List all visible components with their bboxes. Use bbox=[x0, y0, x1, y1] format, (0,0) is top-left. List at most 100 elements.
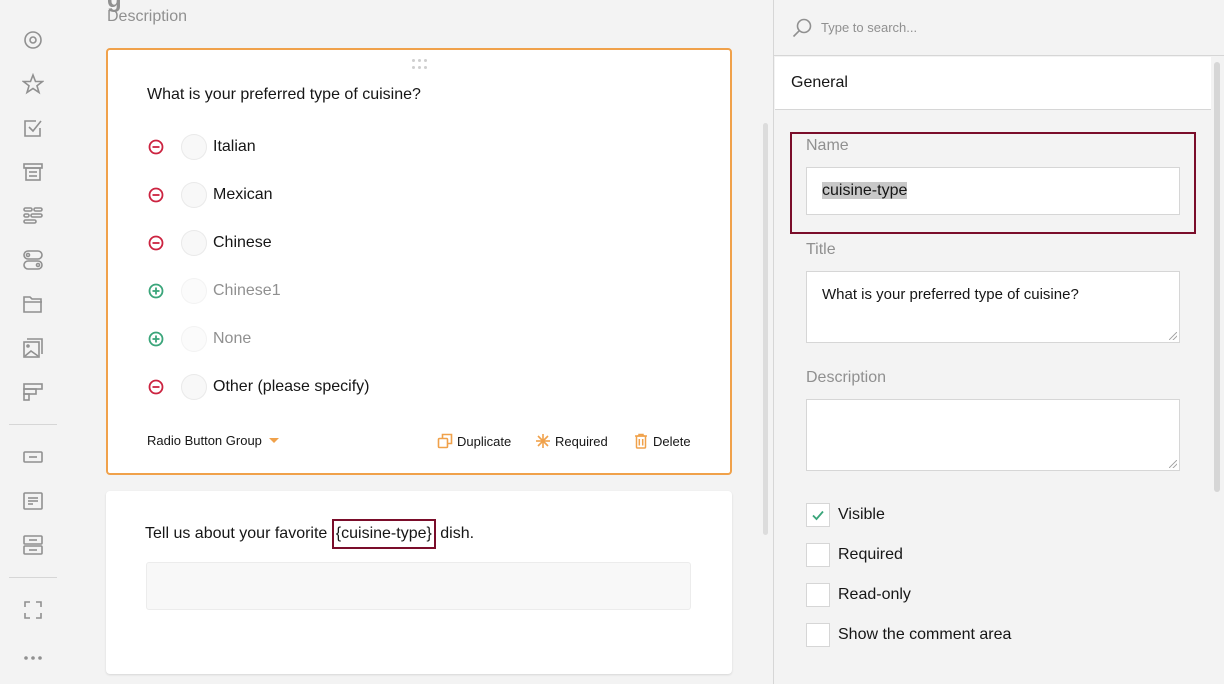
read-only-checkbox[interactable]: Read-only bbox=[806, 583, 911, 607]
property-grid-scrollbar[interactable] bbox=[1214, 62, 1220, 492]
choice-item-new: Chinese1 bbox=[147, 277, 281, 305]
expand-button[interactable] bbox=[20, 597, 46, 623]
name-input[interactable]: cuisine-type bbox=[806, 167, 1180, 215]
choice-item: Mexican bbox=[147, 181, 273, 209]
title-textarea[interactable]: What is your preferred type of cuisine? bbox=[806, 271, 1180, 343]
property-search-input[interactable] bbox=[821, 20, 1121, 35]
toolbox-item-matrix[interactable] bbox=[20, 379, 46, 405]
answer-text-input[interactable] bbox=[146, 562, 691, 610]
toolbox-item-checkbox[interactable] bbox=[20, 115, 46, 141]
choice-radio[interactable] bbox=[181, 134, 207, 160]
toolbox-item-comment[interactable] bbox=[20, 488, 46, 514]
category-general[interactable]: General bbox=[775, 57, 1211, 110]
canvas-scrollbar[interactable] bbox=[763, 123, 768, 535]
toolbox-divider bbox=[9, 577, 57, 578]
toolbox-item-radiogroup[interactable] bbox=[20, 27, 46, 53]
ranking-icon bbox=[23, 207, 43, 224]
add-circle-icon bbox=[148, 283, 164, 299]
caret-down-icon bbox=[268, 438, 279, 443]
piped-variable-token: {cuisine-type} bbox=[331, 519, 436, 549]
multiple-text-icon bbox=[23, 535, 43, 555]
checkbox-box[interactable] bbox=[806, 583, 830, 607]
toolbox-item-ranking[interactable] bbox=[20, 203, 46, 229]
checkbox-box[interactable] bbox=[806, 543, 830, 567]
add-choice-button[interactable] bbox=[147, 282, 165, 300]
required-button[interactable]: Required bbox=[535, 433, 608, 449]
toolbox-divider bbox=[9, 424, 57, 425]
choice-label[interactable]: Chinese1 bbox=[213, 282, 281, 300]
show-comment-area-checkbox[interactable]: Show the comment area bbox=[806, 623, 1011, 647]
choice-radio[interactable] bbox=[181, 326, 207, 352]
choice-radio[interactable] bbox=[181, 182, 207, 208]
checkbox-box[interactable] bbox=[806, 503, 830, 527]
question-title[interactable]: Tell us about your favorite {cuisine-typ… bbox=[145, 519, 474, 549]
boolean-icon bbox=[23, 250, 43, 270]
remove-circle-icon bbox=[148, 379, 164, 395]
question-card[interactable]: Tell us about your favorite {cuisine-typ… bbox=[106, 491, 732, 674]
choice-item: Other (please specify) bbox=[147, 373, 370, 401]
resize-handle-icon[interactable] bbox=[1169, 332, 1177, 340]
choice-item: Italian bbox=[147, 133, 256, 161]
page-title-fragment: g bbox=[107, 0, 147, 13]
title-textarea-value: What is your preferred type of cuisine? bbox=[822, 286, 1079, 303]
toolbox-item-dropdown[interactable] bbox=[20, 159, 46, 185]
toolbox bbox=[0, 0, 66, 684]
star-icon bbox=[22, 73, 44, 95]
question-type-label: Radio Button Group bbox=[147, 433, 262, 448]
question-title[interactable]: What is your preferred type of cuisine? bbox=[147, 86, 421, 104]
checkbox-icon bbox=[24, 120, 42, 137]
search-icon bbox=[792, 18, 812, 37]
text-input-icon bbox=[23, 451, 43, 463]
checkbox-box[interactable] bbox=[806, 623, 830, 647]
toolbox-item-imagepicker[interactable] bbox=[20, 335, 46, 361]
question-card-selected[interactable]: What is your preferred type of cuisine? … bbox=[106, 48, 732, 475]
choice-label[interactable]: Chinese bbox=[213, 234, 272, 252]
remove-choice-button[interactable] bbox=[147, 186, 165, 204]
toolbox-item-multipletext[interactable] bbox=[20, 532, 46, 558]
page-description[interactable]: Description bbox=[107, 8, 187, 26]
choice-label[interactable]: Other (please specify) bbox=[213, 378, 370, 396]
add-choice-button[interactable] bbox=[147, 330, 165, 348]
visible-checkbox[interactable]: Visible bbox=[806, 503, 885, 527]
duplicate-icon bbox=[437, 433, 453, 449]
asterisk-icon bbox=[536, 434, 550, 448]
remove-choice-button[interactable] bbox=[147, 234, 165, 252]
radiogroup-icon bbox=[24, 31, 42, 49]
resize-handle-icon[interactable] bbox=[1169, 460, 1177, 468]
choice-radio[interactable] bbox=[181, 278, 207, 304]
remove-circle-icon bbox=[148, 139, 164, 155]
dropdown-icon bbox=[23, 163, 43, 181]
property-grid: General Name cuisine-type Title What is … bbox=[773, 0, 1224, 684]
choice-item: Chinese bbox=[147, 229, 272, 257]
required-checkbox[interactable]: Required bbox=[806, 543, 903, 567]
choice-radio[interactable] bbox=[181, 230, 207, 256]
expand-icon bbox=[24, 601, 42, 619]
matrix-icon bbox=[23, 383, 43, 401]
remove-choice-button[interactable] bbox=[147, 378, 165, 396]
choice-item-new: None bbox=[147, 325, 251, 353]
choice-label[interactable]: None bbox=[213, 330, 251, 348]
choice-label[interactable]: Italian bbox=[213, 138, 256, 156]
toolbox-item-rating[interactable] bbox=[20, 71, 46, 97]
more-button[interactable] bbox=[20, 645, 46, 671]
toolbox-item-file[interactable] bbox=[20, 291, 46, 317]
duplicate-button[interactable]: Duplicate bbox=[437, 433, 511, 449]
description-textarea[interactable] bbox=[806, 399, 1180, 471]
question-type-dropdown[interactable]: Radio Button Group bbox=[147, 433, 279, 448]
toolbox-item-text[interactable] bbox=[20, 444, 46, 470]
toolbox-item-boolean[interactable] bbox=[20, 247, 46, 273]
question-toolbar: Radio Button Group Duplicate Required De… bbox=[147, 433, 692, 453]
remove-circle-icon bbox=[148, 235, 164, 251]
trash-icon bbox=[635, 433, 647, 449]
remove-choice-button[interactable] bbox=[147, 138, 165, 156]
choice-label[interactable]: Mexican bbox=[213, 186, 273, 204]
property-search bbox=[774, 0, 1224, 56]
drag-handle-icon[interactable] bbox=[412, 59, 428, 71]
choice-radio[interactable] bbox=[181, 374, 207, 400]
image-icon bbox=[23, 338, 43, 358]
name-label: Name bbox=[806, 137, 849, 154]
survey-creator: g Description What is your preferred typ… bbox=[0, 0, 1224, 684]
delete-button[interactable]: Delete bbox=[633, 433, 691, 449]
description-label: Description bbox=[806, 369, 887, 386]
name-input-value: cuisine-type bbox=[822, 182, 908, 199]
